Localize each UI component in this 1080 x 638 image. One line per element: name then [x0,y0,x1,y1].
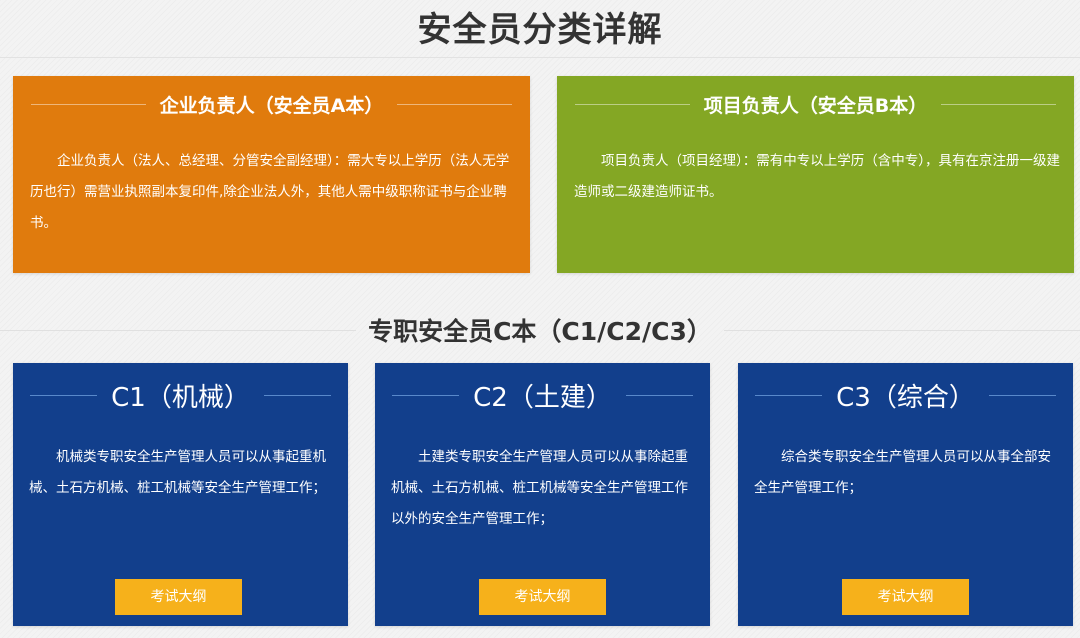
header-line-left [392,394,460,396]
card-header: 项目负责人（安全员B本） [557,90,1074,118]
section-line-right [723,329,1080,331]
card-description: 项目负责人（项目经理）：需有中专以上学历（含中专），具有在京注册一级建造师或二级… [574,153,1060,200]
card-enterprise-leader: 企业负责人（安全员A本） 企业负责人（法人、总经理、分管安全副经理）：需大专以上… [13,76,530,273]
section-c-heading: 专职安全员C本（C1/C2/C3） [0,306,1080,354]
header-line-left [31,103,146,105]
card-c2-civil: C2（土建） 土建类专职安全生产管理人员可以从事除起重机械、土石方机械、桩工机械… [375,363,710,626]
header-line-right [625,394,694,396]
header-line-left [30,394,98,396]
page-title: 安全员分类详解 [417,10,663,50]
header-line-right [263,394,332,396]
card-header: C3（综合） [738,377,1073,413]
section-line-left [0,329,357,331]
exam-syllabus-button-c3[interactable]: 考试大纲 [842,579,969,615]
section-c-title: 专职安全员C本（C1/C2/C3） [368,317,712,346]
card-title: 项目负责人（安全员B本） [703,94,928,117]
card-title: C1（机械） [111,382,250,413]
card-description: 企业负责人（法人、总经理、分管安全副经理）：需大专以上学历（法人无学历也行）需营… [30,153,510,231]
exam-syllabus-button-c1[interactable]: 考试大纲 [115,579,242,615]
card-title: C3（综合） [836,382,975,413]
header-line-left [575,103,690,105]
card-c3-general: C3（综合） 综合类专职安全生产管理人员可以从事全部安全生产管理工作； 考试大纲 [738,363,1073,626]
card-title: C2（土建） [473,382,612,413]
exam-syllabus-button-c2[interactable]: 考试大纲 [479,579,606,615]
card-header: C2（土建） [375,377,710,413]
card-title: 企业负责人（安全员A本） [159,94,384,117]
card-description: 土建类专职安全生产管理人员可以从事除起重机械、土石方机械、桩工机械等安全生产管理… [391,449,688,527]
card-description: 机械类专职安全生产管理人员可以从事起重机械、土石方机械、桩工机械等安全生产管理工… [29,449,326,496]
header-line-right [941,103,1057,105]
card-description: 综合类专职安全生产管理人员可以从事全部安全生产管理工作； [754,449,1051,496]
header-line-right [988,394,1057,396]
card-project-leader: 项目负责人（安全员B本） 项目负责人（项目经理）：需有中专以上学历（含中专），具… [557,76,1074,273]
header-line-right [397,103,512,105]
card-header: 企业负责人（安全员A本） [13,90,530,118]
card-c1-machinery: C1（机械） 机械类专职安全生产管理人员可以从事起重机械、土石方机械、桩工机械等… [13,363,348,626]
header-line-left [755,394,823,396]
title-divider [0,57,1080,58]
card-header: C1（机械） [13,377,348,413]
